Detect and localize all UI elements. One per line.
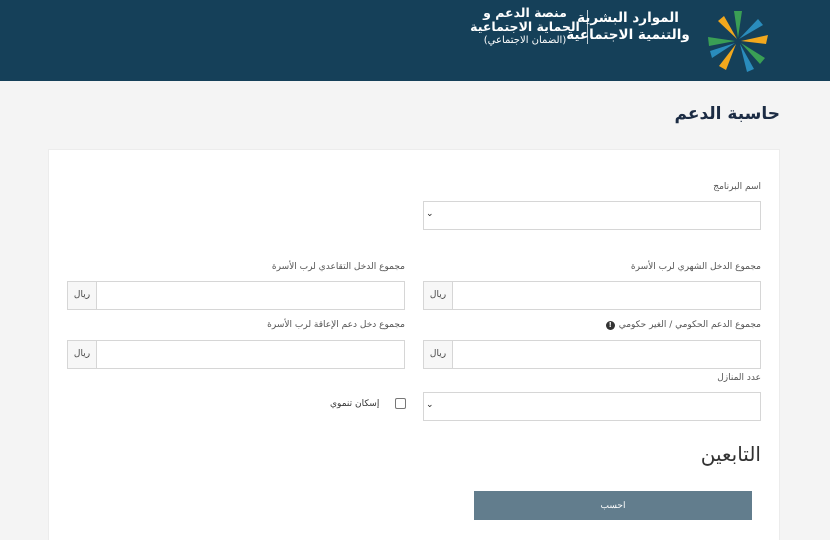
development-housing-label: إسكان تنموي [330,399,380,409]
dependents-title: التابعين [700,442,761,466]
retirement-income-input[interactable]: ريال [67,281,405,310]
monthly-income-input[interactable]: ريال [423,281,761,310]
header: الموارد البشرية والتنمية الاجتماعية منصة… [0,0,830,81]
disability-income-input[interactable]: ريال [67,340,405,369]
currency-addon: ريال [424,282,453,309]
currency-addon: ريال [68,341,97,368]
currency-addon: ريال [68,282,97,309]
retirement-income-label: مجموع الدخل التقاعدي لرب الأسرة [271,262,405,272]
currency-addon: ريال [424,341,453,368]
monthly-income-label: مجموع الدخل الشهري لرب الأسرة [630,262,761,272]
disability-income-label: مجموع دخل دعم الإعاقة لرب الأسرة [267,320,405,330]
chevron-down-icon: ⌄ [426,400,434,410]
development-housing-checkbox[interactable] [395,398,406,409]
info-icon[interactable]: ! [605,321,615,330]
ministry-logo-icon [708,11,768,72]
program-name-label: اسم البرنامج [713,182,761,192]
platform-subtitle: (الضمان الاجتماعي) [483,35,567,46]
platform-name: منصة الدعم و الحماية الاجتماعية (الضمان … [470,6,580,48]
gov-support-input[interactable]: ريال [423,340,761,369]
gov-support-label-text: مجموع الدعم الحكومي / الغير حكومي [618,320,761,330]
platform-name-line1: منصة الدعم و [483,5,567,20]
chevron-down-icon: ⌄ [426,209,434,219]
houses-count-label: عدد المنازل [717,373,761,383]
platform-name-line2: الحماية الاجتماعية [470,19,580,34]
page-title: حاسبة الدعم [674,104,781,124]
header-divider [587,10,588,44]
gov-support-label: مجموع الدعم الحكومي / الغير حكومي! [605,320,761,330]
houses-count-select[interactable]: ⌄ [423,392,761,421]
calculate-button[interactable]: احسب [474,491,752,520]
program-name-select[interactable]: ⌄ [423,201,761,230]
